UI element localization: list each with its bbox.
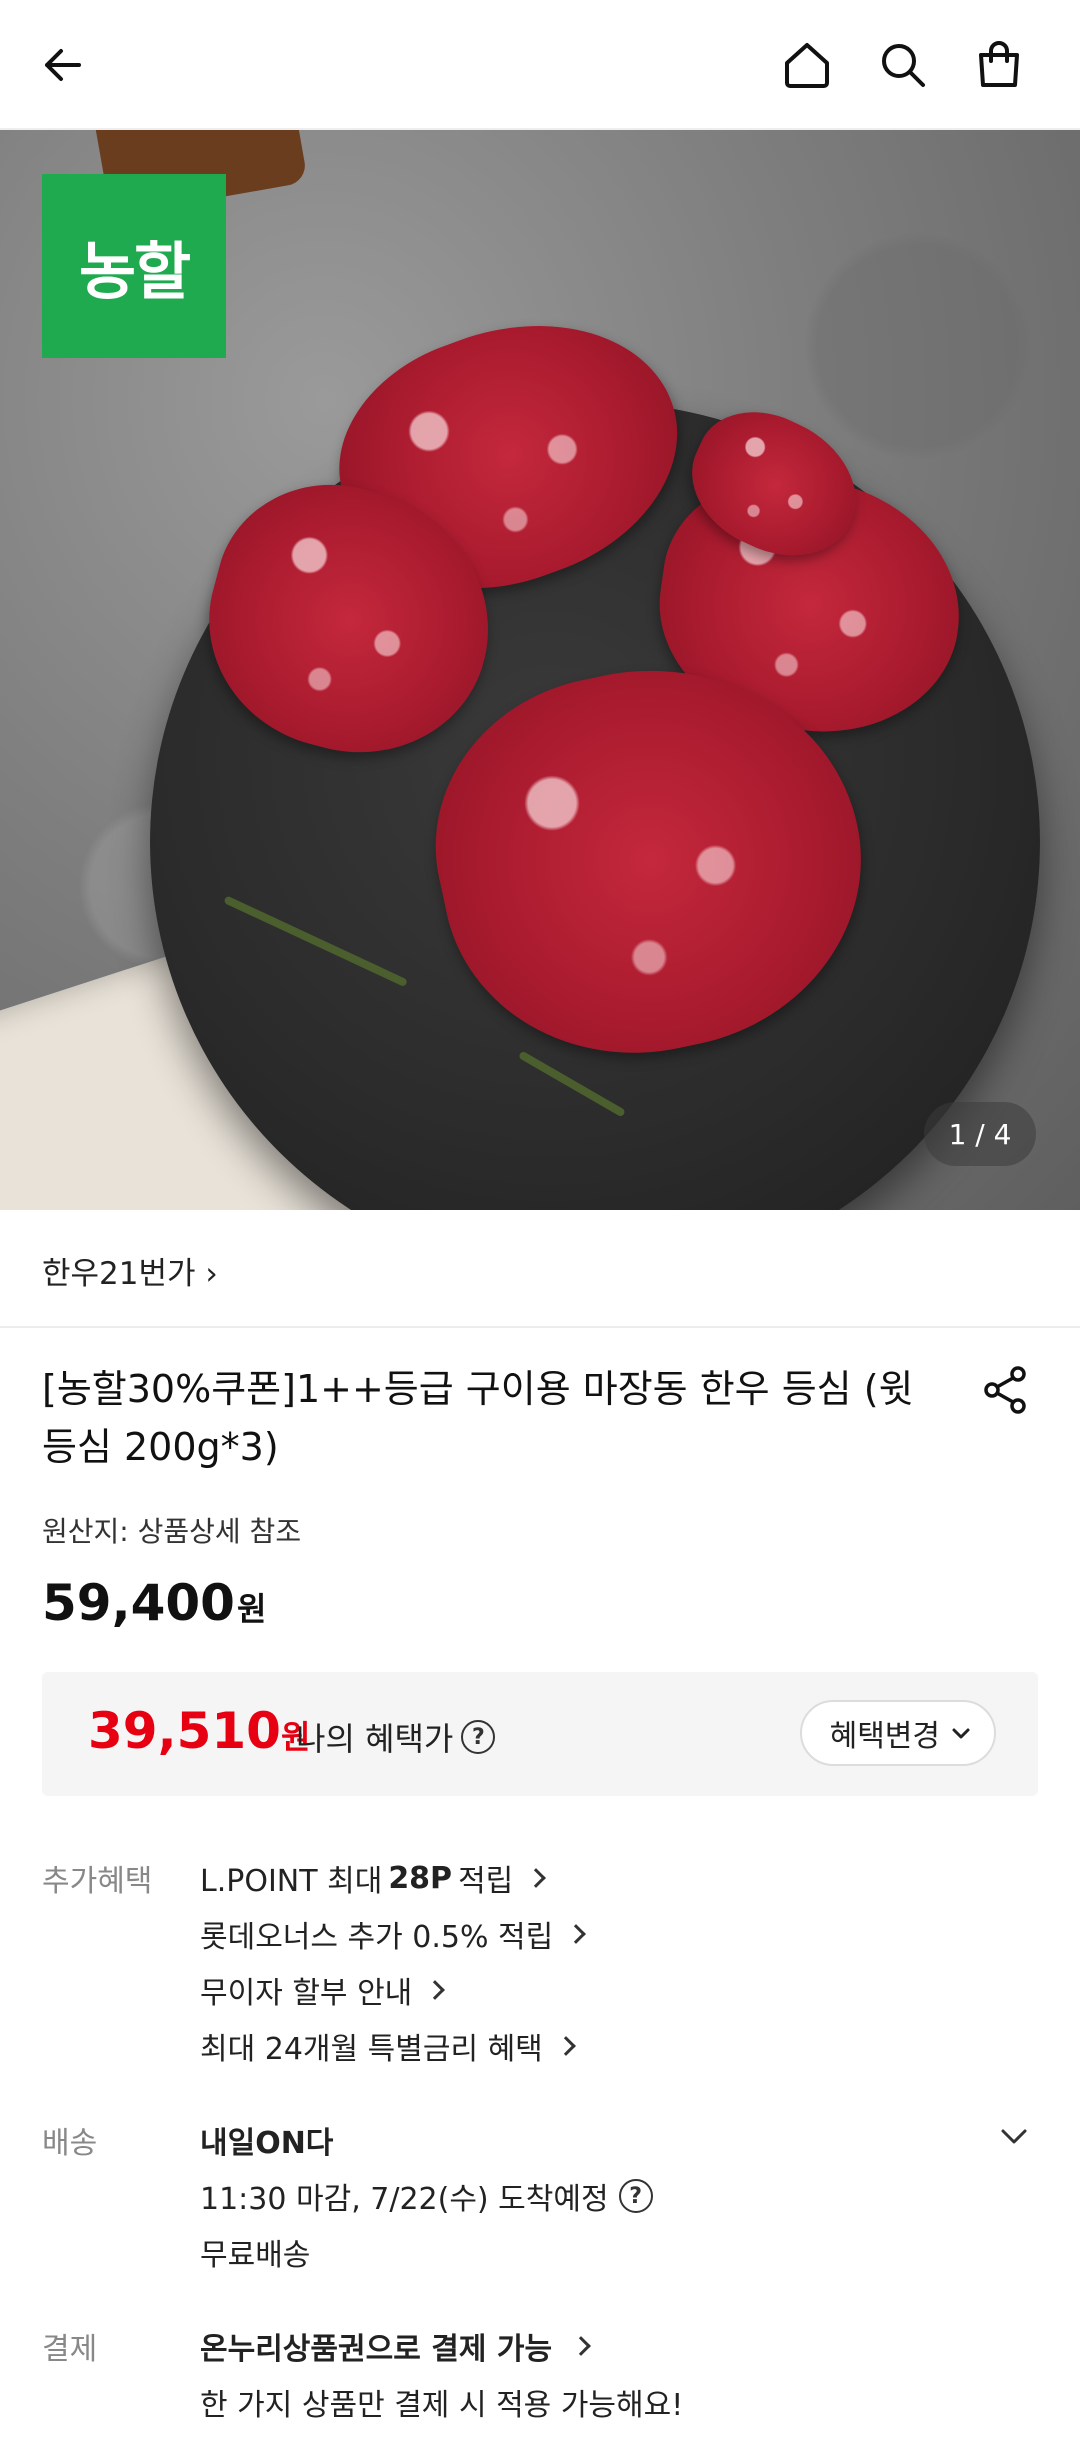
share-button[interactable] [978, 1362, 1034, 1418]
delivery-label: 배송 [42, 2126, 98, 2161]
installment-info-link[interactable]: 무이자 할부 안내 [200, 1968, 446, 2012]
divider [0, 1326, 1080, 1328]
price-value: 59,400 [42, 1574, 235, 1632]
chevron-down-icon [952, 1728, 970, 1739]
delivery-fee-text: 무료배송 [200, 2238, 311, 2273]
delivery-expand-button[interactable] [998, 2120, 1030, 2152]
brand-logo-text: 농할 [78, 235, 191, 308]
chevron-right-icon [555, 2036, 576, 2056]
help-icon[interactable]: ? [461, 1720, 496, 1754]
arrow-left-icon [45, 49, 81, 81]
search-button[interactable] [868, 30, 938, 100]
benefit-label: 나의 혜택가 ? [296, 1714, 496, 1760]
benefit-price-box: 39,510원 나의 혜택가 ? 혜택변경 [42, 1672, 1038, 1796]
origin-info: 원산지: 상품상세 참조 [42, 1515, 302, 1548]
home-button[interactable] [772, 30, 842, 100]
lpoint-benefit-link[interactable]: L.POINT 최대 28P 적립 [200, 1856, 547, 1900]
delivery-info: 11:30 마감, 7/22(수) 도착예정 ? [200, 2174, 653, 2218]
chevron-right-icon [571, 2336, 591, 2356]
chevron-right-icon [425, 1980, 446, 2000]
product-price: 59,400원 [42, 1574, 266, 1632]
payment-label: 결제 [42, 2332, 98, 2367]
lotte-owners-text: 롯데오너스 추가 0.5% 적립 [200, 1920, 554, 1955]
change-benefit-label: 혜택변경 [829, 1719, 940, 1754]
home-icon [785, 43, 829, 88]
brand-logo: 농할 [42, 174, 226, 358]
product-image-carousel[interactable]: 농할 1 / 4 [0, 130, 1080, 1210]
onnuri-payment-link[interactable]: 온누리상품권으로 결제 가능 [200, 2324, 591, 2368]
share-icon [984, 1366, 1026, 1414]
price-unit: 원 [236, 1590, 267, 1628]
change-benefit-button[interactable]: 혜택변경 [799, 1700, 996, 1766]
extra-benefits-label: 추가혜택 [42, 1864, 153, 1899]
delivery-fee: 무료배송 [200, 2230, 310, 2274]
lotte-owners-benefit-link[interactable]: 롯데오너스 추가 0.5% 적립 [200, 1912, 587, 1956]
delivery-title: 내일ON다 [200, 2118, 339, 2162]
back-button[interactable] [28, 30, 98, 100]
top-app-bar [0, 0, 1080, 130]
chevron-right-icon [566, 1924, 587, 1944]
special-rate-benefit-link[interactable]: 최대 24개월 특별금리 혜택 [200, 2024, 576, 2068]
lpoint-text-post: 적립 [458, 1864, 514, 1899]
search-icon [882, 44, 925, 87]
cart-button[interactable] [964, 30, 1034, 100]
chevron-right-icon [526, 1868, 547, 1888]
product-title: [농할30%쿠폰]1++등급 구이용 마장동 한우 등심 (윗등심 200g*3… [42, 1367, 914, 1469]
payment-title-text: 온누리상품권으로 결제 가능 [200, 2332, 553, 2367]
benefit-price-value: 39,510 [88, 1702, 281, 1760]
benefit-label-text: 나의 혜택가 [296, 1720, 454, 1758]
store-link[interactable]: 한우21번가 › [42, 1248, 218, 1293]
payment-note: 한 가지 상품만 결제 시 적용 가능해요! [200, 2380, 683, 2424]
lpoint-points: 28P [388, 1860, 453, 1896]
help-icon[interactable]: ? [618, 2179, 653, 2213]
special-rate-text: 최대 24개월 특별금리 혜택 [200, 2032, 543, 2067]
payment-note-text: 한 가지 상품만 결제 시 적용 가능해요! [200, 2388, 684, 2423]
delivery-title-text: 내일ON다 [200, 2126, 334, 2161]
image-pager-indicator: 1 / 4 [924, 1102, 1036, 1166]
lpoint-text-pre: L.POINT 최대 [200, 1864, 383, 1899]
installment-text: 무이자 할부 안내 [200, 1976, 413, 2011]
chevron-down-icon [1001, 2129, 1027, 2144]
benefit-price: 39,510원 [88, 1702, 310, 1760]
shopping-bag-icon [979, 41, 1019, 87]
delivery-info-text: 11:30 마감, 7/22(수) 도착예정 [200, 2182, 609, 2217]
